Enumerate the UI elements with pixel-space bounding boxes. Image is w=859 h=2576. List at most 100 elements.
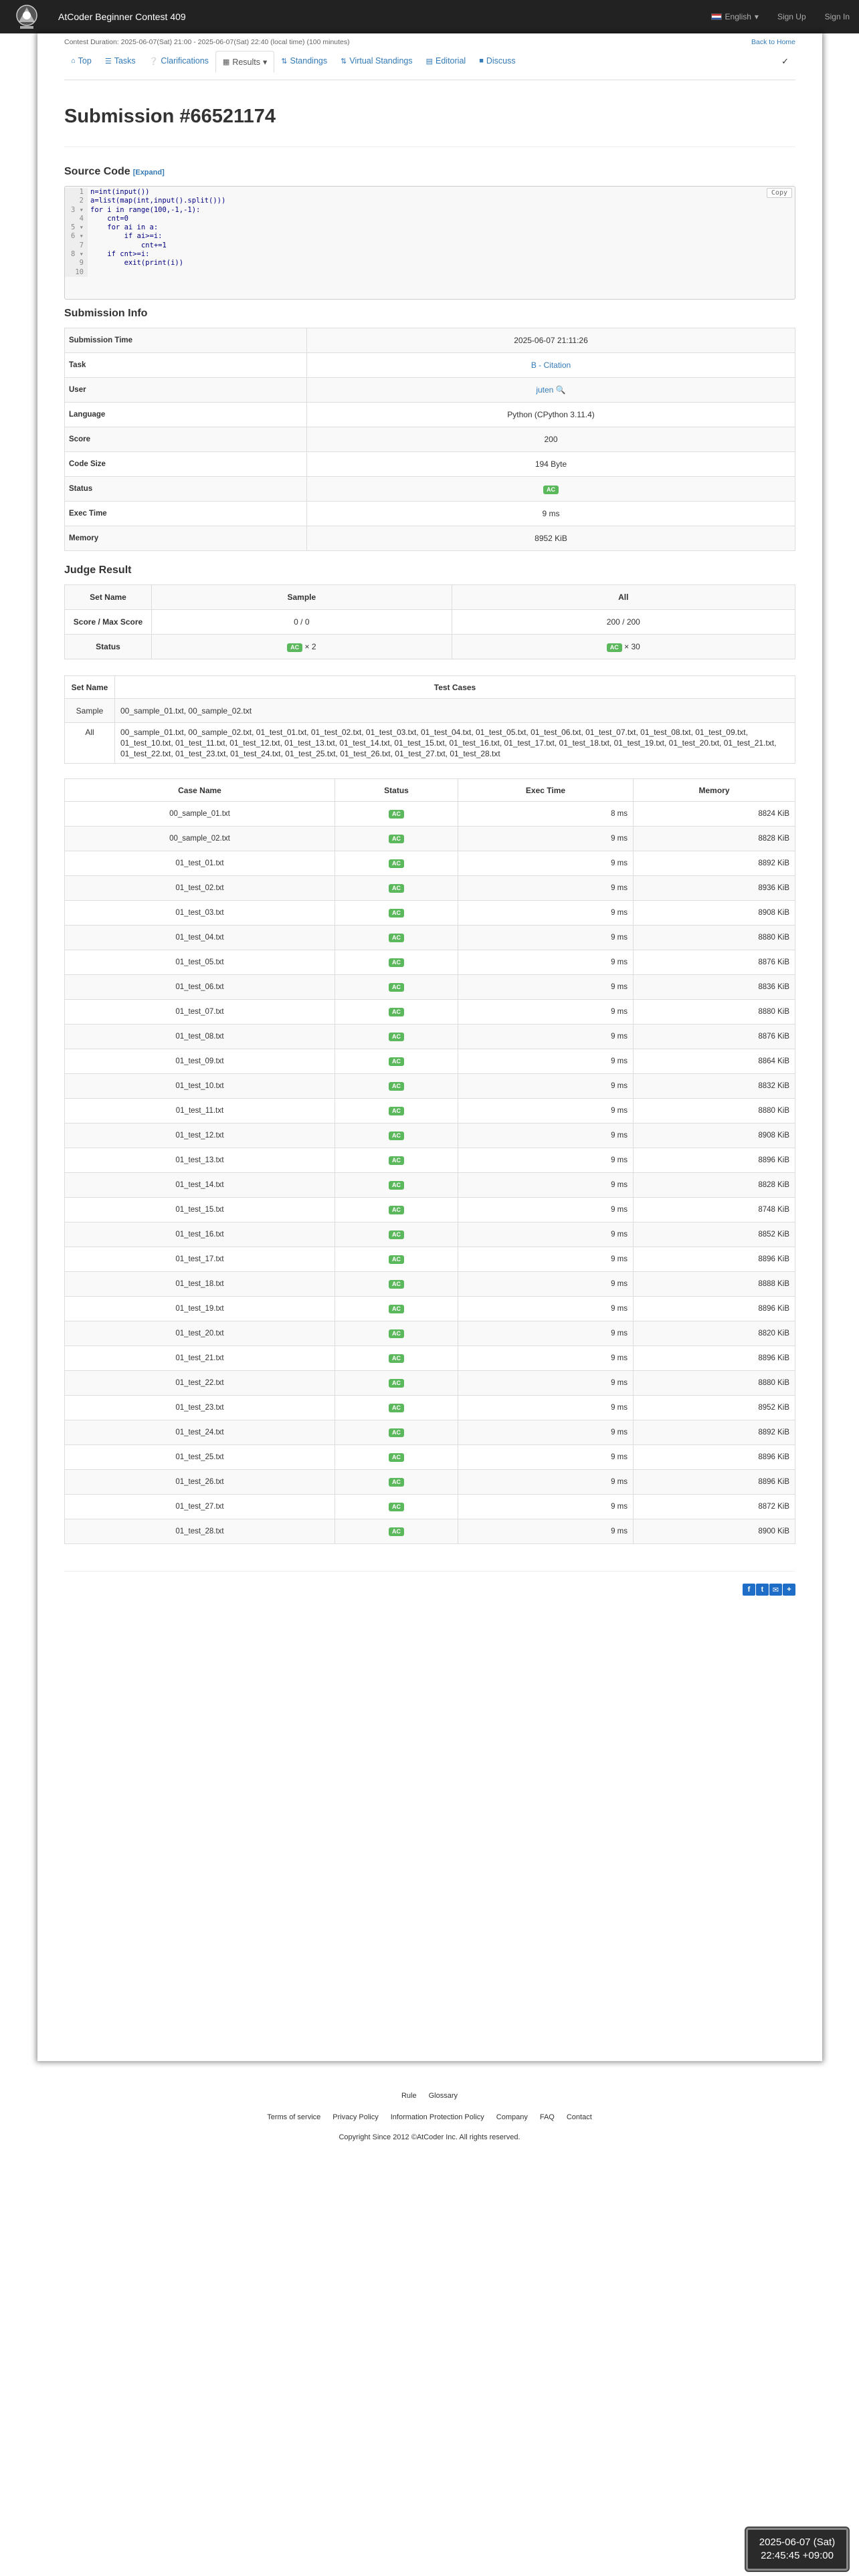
case-memory: 8864 KiB bbox=[633, 1049, 795, 1074]
tab-standings[interactable]: ⇅ Standings bbox=[274, 51, 334, 71]
tab-virtual-standings[interactable]: ⇅ Virtual Standings bbox=[334, 51, 419, 71]
sign-in-link[interactable]: Sign In bbox=[816, 12, 859, 21]
footer-link-faq[interactable]: FAQ bbox=[540, 2113, 555, 2121]
case-status: AC bbox=[335, 826, 458, 851]
case-status: AC bbox=[335, 900, 458, 926]
facebook-icon[interactable]: f bbox=[743, 1584, 755, 1596]
case-name: 01_test_24.txt bbox=[64, 1420, 335, 1445]
column-header: Set Name bbox=[64, 675, 115, 699]
case-name: 01_test_17.txt bbox=[64, 1247, 335, 1272]
row-header: Score / Max Score bbox=[64, 609, 152, 635]
status-badge: AC bbox=[389, 859, 404, 868]
footer-link-contact[interactable]: Contact bbox=[567, 2113, 592, 2121]
status-badge: AC bbox=[389, 1007, 404, 1016]
status-badge: AC bbox=[389, 1304, 404, 1313]
case-name: 01_test_01.txt bbox=[64, 851, 335, 876]
case-exec-time: 8 ms bbox=[458, 801, 634, 827]
code-text: a=list(map(int,input().split())) bbox=[90, 197, 226, 205]
tab-editorial[interactable]: ▤ Editorial bbox=[419, 51, 473, 71]
status-badge: AC bbox=[389, 1106, 404, 1115]
tab-tasks[interactable]: ☰ Tasks bbox=[98, 51, 142, 71]
table-row: 01_test_21.txt AC 9 ms 8896 KiB bbox=[64, 1346, 795, 1371]
case-status: AC bbox=[335, 801, 458, 827]
column-header: Exec Time bbox=[458, 778, 634, 802]
case-memory: 8880 KiB bbox=[633, 999, 795, 1025]
tab-clarifications[interactable]: ❔ Clarifications bbox=[142, 51, 215, 71]
case-exec-time: 9 ms bbox=[458, 1098, 634, 1123]
case-exec-time: 9 ms bbox=[458, 1148, 634, 1173]
case-name: 01_test_08.txt bbox=[64, 1024, 335, 1049]
task-link[interactable]: B - Citation bbox=[531, 360, 571, 370]
source-code-block[interactable]: Copy 1 n=int(input()) 2 a=list(map(int,inp… bbox=[64, 186, 795, 300]
expand-button[interactable]: [Expand] bbox=[133, 169, 165, 177]
copy-button[interactable]: Copy bbox=[766, 188, 792, 198]
line-number[interactable]: 5 ▾ bbox=[65, 223, 88, 233]
table-row: 01_test_11.txt AC 9 ms 8880 KiB bbox=[64, 1098, 795, 1123]
status-badge: AC bbox=[389, 1279, 404, 1289]
case-exec-time: 9 ms bbox=[458, 1222, 634, 1247]
case-name: 01_test_21.txt bbox=[64, 1346, 335, 1371]
share-link-icon[interactable]: ✉ bbox=[769, 1584, 782, 1596]
case-name: 01_test_11.txt bbox=[64, 1098, 335, 1123]
column-header: Status bbox=[335, 778, 458, 802]
case-name: 01_test_05.txt bbox=[64, 950, 335, 975]
table-row: Code Size 194 Byte bbox=[64, 451, 795, 477]
case-exec-time: 9 ms bbox=[458, 1494, 634, 1519]
case-exec-time: 9 ms bbox=[458, 1049, 634, 1074]
home-icon: ⌂ bbox=[71, 57, 76, 65]
search-icon[interactable]: 🔍 bbox=[556, 385, 566, 395]
case-name: 01_test_14.txt bbox=[64, 1172, 335, 1198]
tab-top[interactable]: ⌂ Top bbox=[64, 51, 98, 71]
atcoder-logo[interactable] bbox=[11, 1, 42, 32]
footer-link-company[interactable]: Company bbox=[496, 2113, 528, 2121]
table-row: 01_test_04.txt AC 9 ms 8880 KiB bbox=[64, 925, 795, 950]
line-number[interactable]: 3 ▾ bbox=[65, 205, 88, 215]
line-number[interactable]: 6 ▾ bbox=[65, 232, 88, 241]
case-memory: 8888 KiB bbox=[633, 1271, 795, 1297]
caret-down-icon: ▾ bbox=[263, 58, 268, 67]
user-link[interactable]: juten bbox=[536, 385, 553, 395]
top-navbar: AtCoder Beginner Contest 409 English ▾ S… bbox=[0, 0, 859, 33]
submission-info-heading: Submission Info bbox=[64, 308, 148, 319]
case-name: 00_sample_02.txt bbox=[64, 826, 335, 851]
sign-up-link[interactable]: Sign Up bbox=[768, 12, 816, 21]
case-name: 01_test_16.txt bbox=[64, 1222, 335, 1247]
footer-link-terms[interactable]: Terms of service bbox=[267, 2113, 320, 2121]
pin-icon[interactable]: ✓ bbox=[775, 51, 795, 72]
table-row: 01_test_26.txt AC 9 ms 8896 KiB bbox=[64, 1469, 795, 1495]
status-badge: AC bbox=[389, 1453, 404, 1462]
language-dropdown[interactable]: English ▾ bbox=[702, 12, 768, 21]
score-all: 200 / 200 bbox=[451, 609, 796, 635]
case-memory: 8852 KiB bbox=[633, 1222, 795, 1247]
line-number[interactable]: 8 ▾ bbox=[65, 250, 88, 259]
back-to-home-link[interactable]: Back to Home bbox=[751, 38, 795, 46]
case-status: AC bbox=[335, 1370, 458, 1396]
plus-icon[interactable]: + bbox=[783, 1584, 795, 1596]
case-exec-time: 9 ms bbox=[458, 1247, 634, 1272]
table-row: Language Python (CPython 3.11.4) bbox=[64, 402, 795, 427]
case-exec-time: 9 ms bbox=[458, 1370, 634, 1396]
tab-discuss[interactable]: ■ Discuss bbox=[472, 51, 522, 71]
twitter-icon[interactable]: t bbox=[756, 1584, 769, 1596]
case-status: AC bbox=[335, 950, 458, 975]
tab-label: Standings bbox=[290, 56, 328, 66]
tab-results[interactable]: ▦ Results ▾ bbox=[215, 51, 275, 73]
case-status: AC bbox=[335, 1469, 458, 1495]
status-badge: AC bbox=[389, 908, 404, 918]
line-number: 4 bbox=[65, 214, 88, 224]
tab-label: Virtual Standings bbox=[349, 56, 413, 66]
line-number: 1 bbox=[65, 188, 88, 197]
divider bbox=[64, 146, 795, 147]
table-header-row: Case Name Status Exec Time Memory bbox=[64, 778, 795, 802]
info-key: Task bbox=[64, 352, 307, 378]
footer-link-info-protection[interactable]: Information Protection Policy bbox=[391, 2113, 484, 2121]
footer-link-privacy[interactable]: Privacy Policy bbox=[332, 2113, 378, 2121]
contest-name-link[interactable]: AtCoder Beginner Contest 409 bbox=[58, 11, 186, 22]
case-status: AC bbox=[335, 1296, 458, 1321]
footer-link-glossary[interactable]: Glossary bbox=[429, 2092, 458, 2100]
case-name: 01_test_04.txt bbox=[64, 925, 335, 950]
footer: Rule Glossary Terms of service Privacy P… bbox=[0, 2080, 859, 2141]
table-row: Status AC bbox=[64, 476, 795, 502]
language-label: English bbox=[725, 12, 751, 21]
footer-link-rule[interactable]: Rule bbox=[401, 2092, 417, 2100]
